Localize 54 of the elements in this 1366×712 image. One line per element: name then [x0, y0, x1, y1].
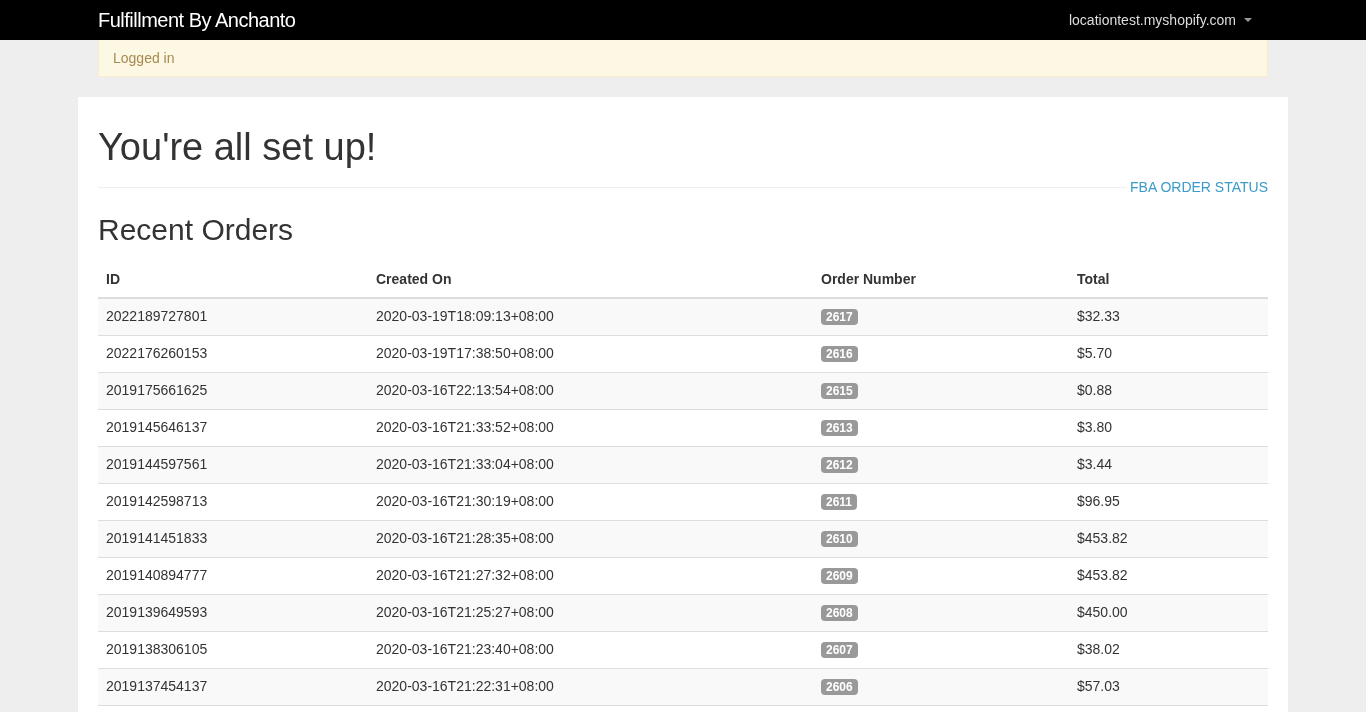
table-cell: 2020-03-16T21:33:52+08:00	[368, 409, 813, 446]
table-cell: 2020-03-19T18:09:13+08:00	[368, 298, 813, 335]
table-cell: 2022176260153	[98, 335, 368, 372]
table-cell: $3.80	[1069, 409, 1268, 446]
table-cell: $450.00	[1069, 594, 1268, 631]
order-number-badge: 2617	[821, 309, 858, 326]
table-cell: $0.88	[1069, 372, 1268, 409]
account-dropdown[interactable]: locationtest.myshopify.com	[1068, 9, 1268, 31]
table-cell: $38.02	[1069, 631, 1268, 668]
column-header: ID	[98, 262, 368, 298]
table-cell: 2020-03-16T21:22:31+08:00	[368, 668, 813, 705]
order-number-badge: 2611	[821, 494, 858, 510]
table-cell: 2019137454137	[98, 668, 368, 705]
table-cell: $32.33	[1069, 298, 1268, 335]
table-cell: 2020-03-16T21:28:35+08:00	[368, 520, 813, 557]
column-header: Total	[1069, 262, 1268, 298]
caret-icon	[1244, 18, 1252, 22]
table-cell: 2019142598713	[98, 483, 368, 520]
column-header: Created On	[368, 262, 813, 298]
order-number-badge: 2612	[821, 457, 858, 473]
page-heading: You're all set up!	[98, 125, 378, 169]
order-number-badge: 2610	[821, 531, 858, 547]
table-cell: $57.03	[1069, 668, 1268, 705]
table-cell: 2020-03-16T21:33:04+08:00	[368, 446, 813, 483]
order-number-badge: 2615	[821, 383, 858, 399]
table-cell: 2019175661625	[98, 372, 368, 409]
table-cell: $453.82	[1069, 557, 1268, 594]
order-number-badge: 2616	[821, 346, 858, 362]
table-cell: $96.95	[1069, 483, 1268, 520]
brand-title[interactable]: Fulfillment By Anchanto	[98, 5, 296, 35]
table-cell: $3.44	[1069, 446, 1268, 483]
table-cell: 2019138306105	[98, 631, 368, 668]
order-number-badge: 2609	[821, 568, 858, 584]
table-cell: 2020-03-16T21:27:32+08:00	[368, 557, 813, 594]
order-number-badge: 2607	[821, 642, 858, 658]
order-number-badge: 2606	[821, 679, 858, 695]
alert-text: Logged in	[113, 48, 175, 68]
table-cell: 2022189727801	[98, 298, 368, 335]
table-cell: 2019145646137	[98, 409, 368, 446]
column-header: Order Number	[813, 262, 1069, 298]
table-cell: $5.70	[1069, 335, 1268, 372]
order-number-badge: 2613	[821, 420, 858, 436]
table-cell: 2020-03-16T21:23:40+08:00	[368, 631, 813, 668]
table-cell: 2019140894777	[98, 557, 368, 594]
order-number-badge: 2608	[821, 605, 858, 621]
section-title: Recent Orders	[98, 212, 295, 248]
table-cell: 2019144597561	[98, 446, 368, 483]
table-cell: 2020-03-19T17:38:50+08:00	[368, 335, 813, 372]
table-cell: 2019139649593	[98, 594, 368, 631]
table-cell: 2020-03-16T22:13:54+08:00	[368, 372, 813, 409]
table-cell: 2020-03-16T21:25:27+08:00	[368, 594, 813, 631]
table-cell: $453.82	[1069, 520, 1268, 557]
table-cell: 2019141451833	[98, 520, 368, 557]
table-cell: 2020-03-16T21:30:19+08:00	[368, 483, 813, 520]
